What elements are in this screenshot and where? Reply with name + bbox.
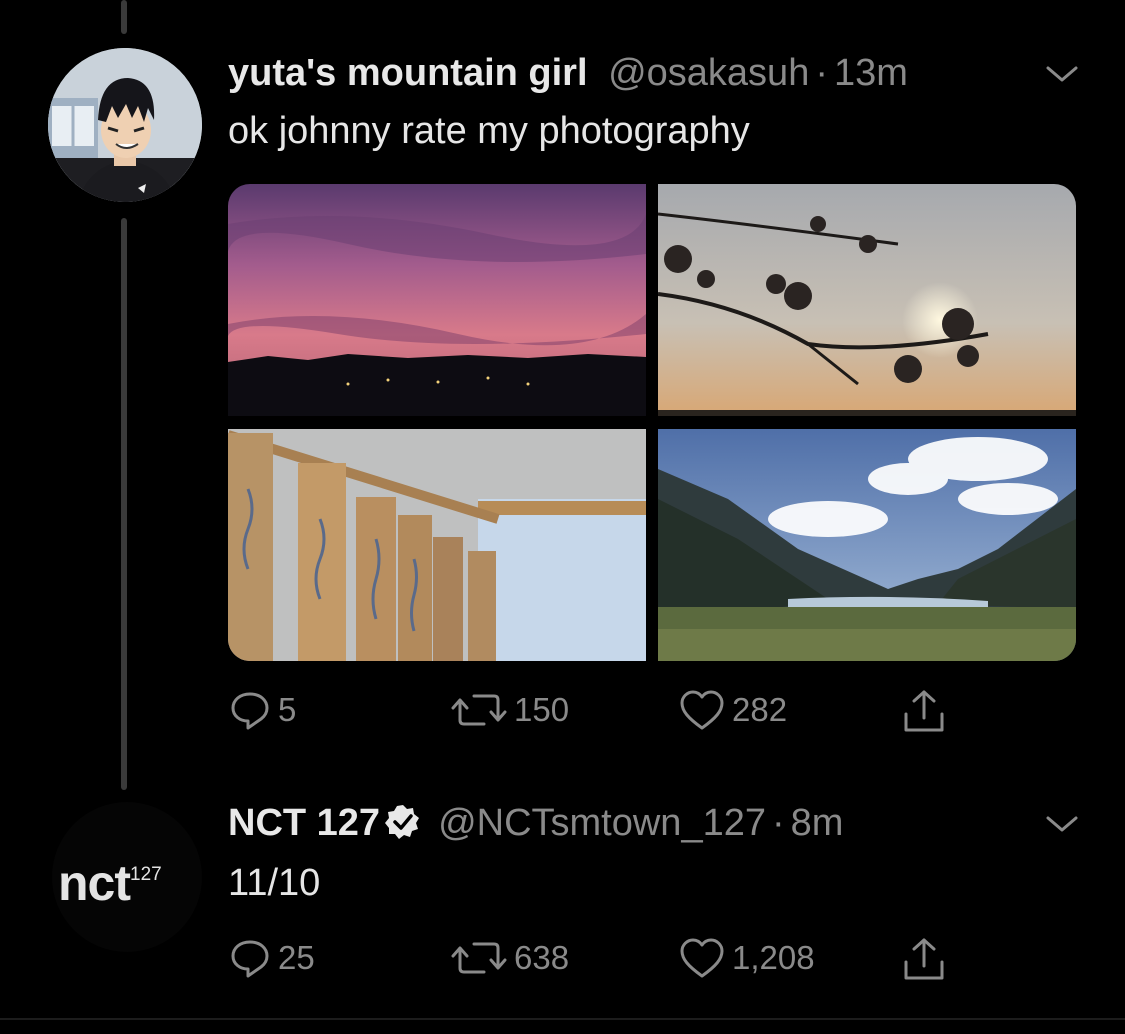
like-button[interactable]: 282 [678,688,787,732]
chevron-down-icon[interactable] [1042,812,1082,836]
tweet-actions: 25 638 1,208 [228,936,988,986]
user-handle[interactable]: @NCTsmtown_127 [438,802,766,844]
like-button[interactable]: 1,208 [678,936,815,980]
chevron-down-icon[interactable] [1042,62,1082,86]
wind-chime-photo[interactable] [228,429,646,661]
share-button[interactable] [900,936,948,984]
display-name[interactable]: yuta's mountain girl [228,52,588,94]
retweet-icon [451,942,507,974]
reply-icon [231,940,269,978]
share-icon [904,938,944,980]
avatar[interactable] [48,48,202,202]
display-name[interactable]: NCT 127 [228,802,380,844]
reply-button[interactable]: 5 [228,688,296,732]
reply-count: 25 [278,939,315,976]
heart-icon [680,938,724,978]
like-count: 282 [732,691,788,728]
retweet-count: 150 [514,691,570,728]
reply-icon [231,692,269,730]
reply-button[interactable]: 25 [228,936,315,980]
timestamp[interactable]: 13m [834,52,908,94]
share-icon [904,690,944,732]
retweet-count: 638 [514,939,570,976]
mountain-lake-photo[interactable] [658,429,1076,661]
tweet-header: NCT 127 @NCTsmtown_127 · 8m [228,802,843,845]
logo-main-text: nct [58,855,131,911]
sunset-photo[interactable] [228,184,646,416]
tweet-text: ok johnny rate my photography [228,110,750,152]
tweet-text: 11/10 [228,862,321,904]
retweet-button[interactable]: 638 [450,936,569,980]
divider [0,1018,1125,1020]
like-count: 1,208 [732,939,815,976]
retweet-button[interactable]: 150 [450,688,569,732]
tweet-header: yuta's mountain girl @osakasuh · 13m [228,52,908,95]
separator-dot: · [771,802,785,844]
cherry-blossom-photo[interactable] [658,184,1076,416]
photo-grid [228,184,1076,661]
reply-count: 5 [278,691,297,728]
tweet-actions: 5 150 282 [228,688,988,738]
share-button[interactable] [900,688,948,736]
retweet-icon [451,694,507,726]
timestamp[interactable]: 8m [791,802,844,844]
thread-connector-line [121,218,127,790]
anime-avatar-icon [48,48,202,202]
user-handle[interactable]: @osakasuh [608,52,809,94]
verified-badge-icon [385,804,420,839]
separator-dot: · [815,52,828,94]
logo-sup-text: 127 [130,864,162,886]
thread-line-top [121,0,127,34]
nct-127-logo: nct127 [58,854,162,912]
heart-icon [680,690,724,730]
